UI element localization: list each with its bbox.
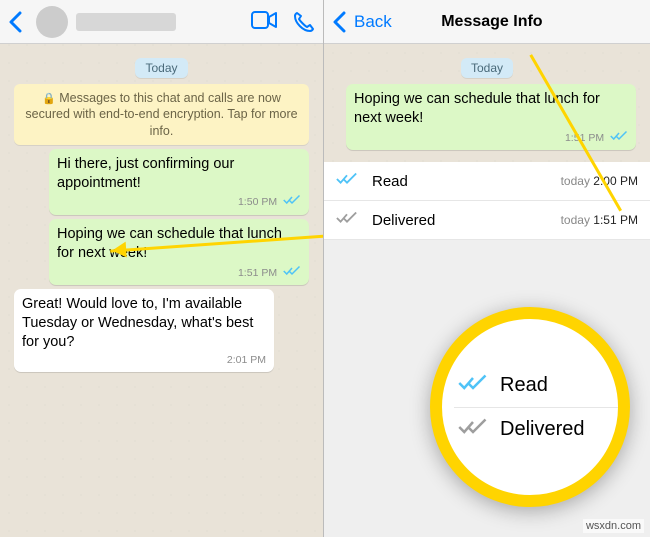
zoom-label: Read [500, 374, 548, 397]
page-title: Message Info [392, 13, 592, 31]
message-outgoing[interactable]: Hoping we can schedule that lunch for ne… [49, 219, 309, 285]
zoom-callout: Read Delivered [430, 307, 630, 507]
message-time: 1:51 PM [238, 267, 277, 279]
avatar[interactable] [36, 6, 68, 38]
message-outgoing[interactable]: Hi there, just confirming our appointmen… [49, 149, 309, 215]
read-checks-icon [283, 194, 301, 211]
read-checks-icon [458, 374, 492, 397]
receipt-row-delivered: Delivered today 1:51 PM [324, 201, 650, 240]
message-incoming[interactable]: Great! Would love to, I'm available Tues… [14, 289, 274, 371]
zoom-row-delivered: Delivered [454, 408, 618, 451]
encryption-notice[interactable]: 🔒 Messages to this chat and calls are no… [14, 84, 309, 145]
chat-body: Today 🔒 Messages to this chat and calls … [0, 44, 323, 537]
info-message-preview: Today Hoping we can schedule that lunch … [324, 44, 650, 162]
encryption-text: Messages to this chat and calls are now … [25, 91, 297, 138]
info-header: Back Message Info [324, 0, 650, 44]
receipt-time: 1:51 PM [593, 213, 638, 227]
back-button[interactable]: Back [354, 12, 392, 32]
read-checks-icon [283, 265, 301, 282]
read-checks-icon [336, 172, 360, 190]
back-icon[interactable] [8, 11, 22, 33]
contact-name-redacted [76, 13, 176, 31]
message-time: 1:51 PM [565, 132, 604, 144]
receipt-time: 2:00 PM [593, 174, 638, 188]
day-chip: Today [135, 58, 187, 78]
message-time: 2:01 PM [227, 354, 266, 366]
message-outgoing: Hoping we can schedule that lunch for ne… [346, 84, 636, 150]
day-chip: Today [461, 58, 513, 78]
back-icon[interactable] [332, 11, 346, 33]
watermark: wsxdn.com [583, 519, 644, 533]
chat-header [0, 0, 323, 44]
delivered-checks-icon [336, 211, 360, 229]
message-text: Hoping we can schedule that lunch for ne… [354, 91, 600, 126]
zoom-row-read: Read [454, 364, 618, 408]
message-text: Hoping we can schedule that lunch for ne… [57, 226, 282, 261]
receipt-row-read: Read today 2:00 PM [324, 162, 650, 201]
receipt-list: Read today 2:00 PM Delivered today 1:51 … [324, 162, 650, 240]
receipt-prefix: today [561, 174, 590, 188]
zoom-label: Delivered [500, 418, 584, 441]
message-time: 1:50 PM [238, 197, 277, 209]
receipt-prefix: today [561, 213, 590, 227]
message-text: Hi there, just confirming our appointmen… [57, 156, 234, 191]
lock-icon: 🔒 [42, 93, 56, 105]
chat-pane: Today 🔒 Messages to this chat and calls … [0, 0, 324, 537]
receipt-label: Read [372, 173, 561, 190]
read-checks-icon [610, 130, 628, 147]
video-call-icon[interactable] [251, 11, 277, 33]
message-text: Great! Would love to, I'm available Tues… [22, 296, 253, 350]
receipt-label: Delivered [372, 212, 561, 229]
voice-call-icon[interactable] [293, 11, 315, 33]
delivered-checks-icon [458, 418, 492, 441]
